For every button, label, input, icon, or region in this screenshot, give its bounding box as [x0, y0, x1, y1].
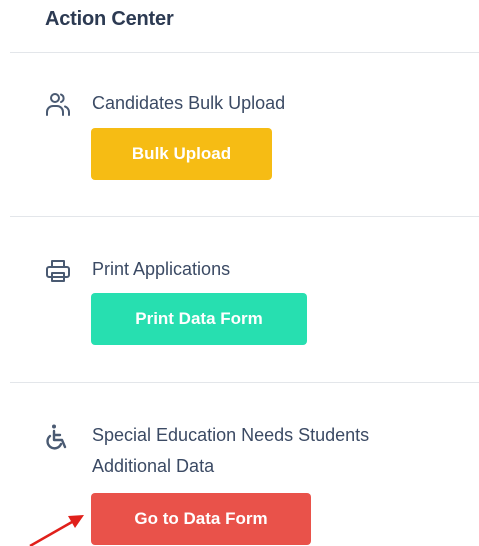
section-label: Print Applications [92, 259, 231, 279]
divider [10, 52, 479, 53]
printer-icon [44, 257, 72, 285]
wheelchair-icon [44, 423, 72, 451]
panel-title: Action Center [45, 8, 174, 30]
divider [10, 382, 479, 383]
section-label: Candidates Bulk Upload [92, 93, 286, 113]
bulk-upload-button[interactable]: Bulk Upload [91, 128, 272, 180]
divider [10, 216, 479, 217]
print-data-form-button[interactable]: Print Data Form [91, 293, 307, 345]
section-label: Special Education Needs Students Additio… [92, 425, 370, 476]
users-icon [44, 90, 72, 118]
go-to-data-form-button[interactable]: Go to Data Form [91, 493, 311, 545]
